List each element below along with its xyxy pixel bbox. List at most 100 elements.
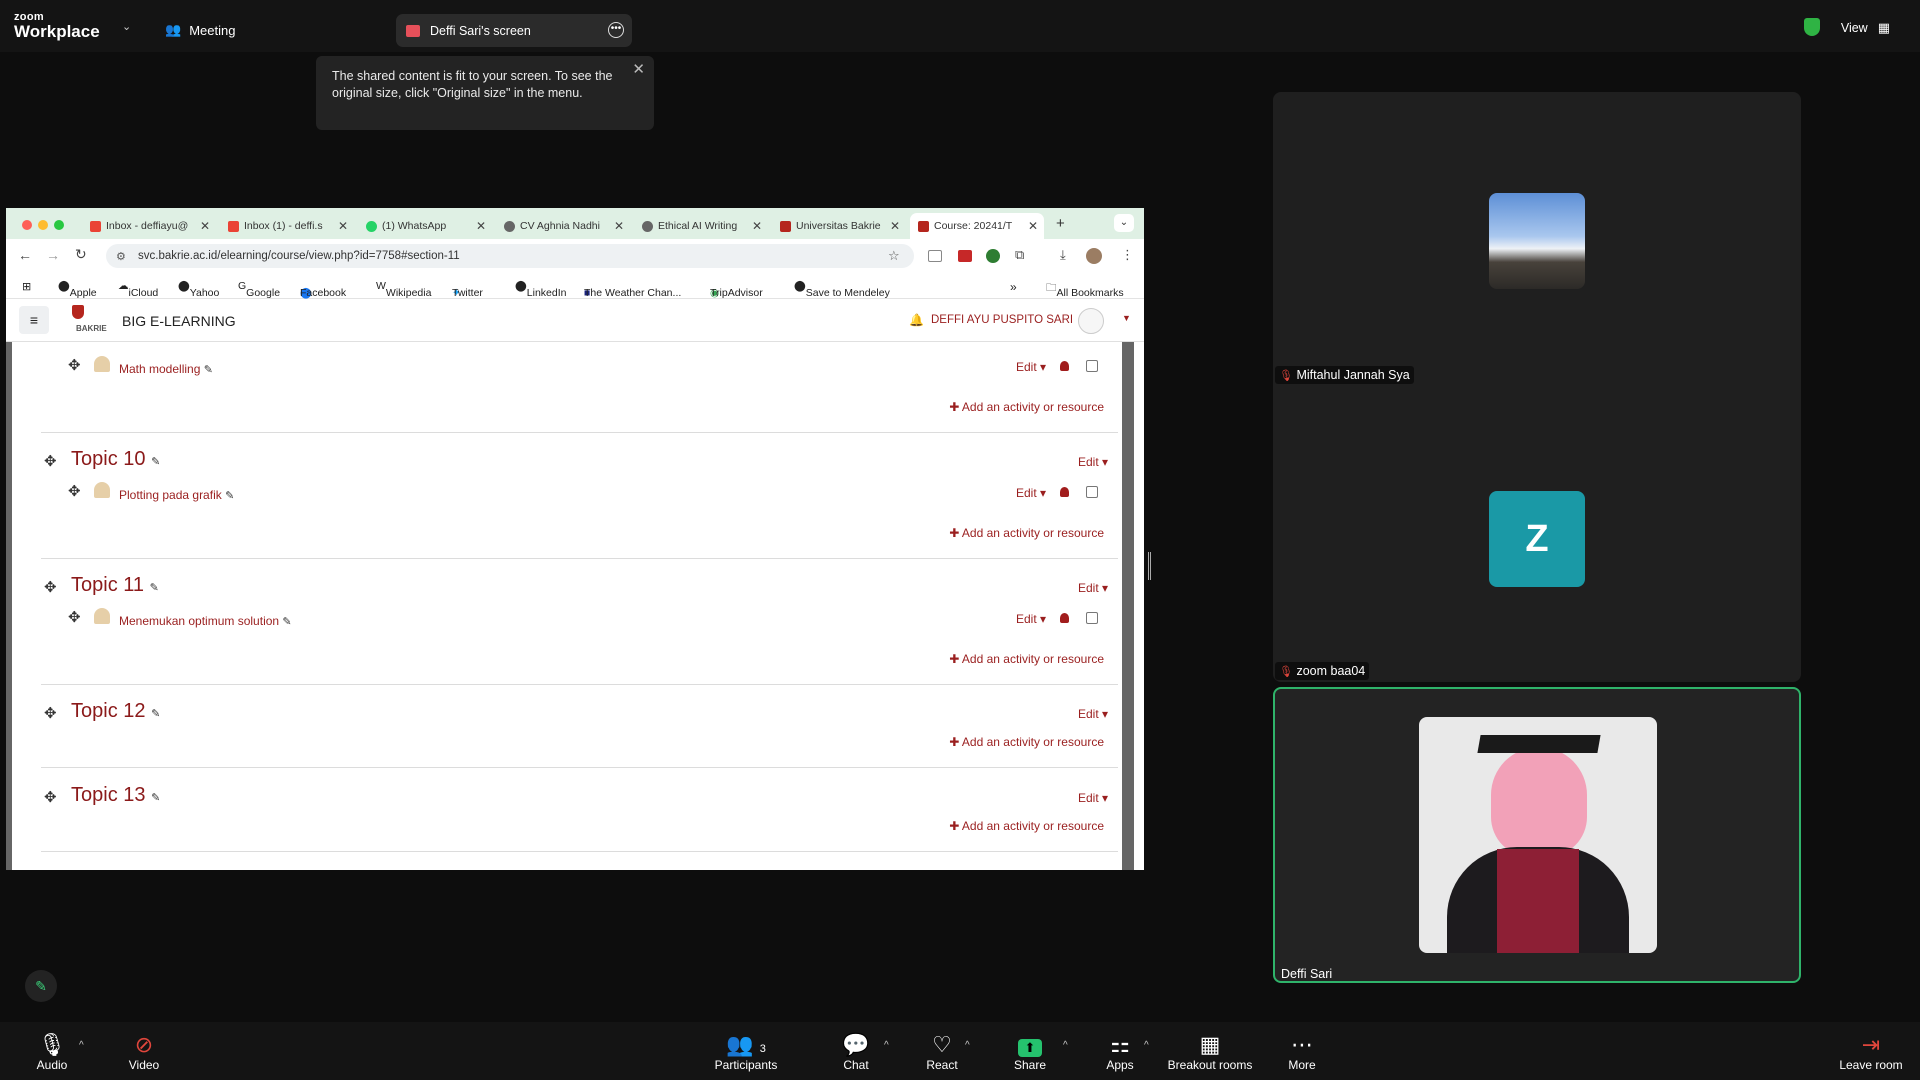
reload-icon[interactable]: ↻ — [75, 246, 87, 263]
activity-link[interactable]: Plotting pada grafik ✎ — [119, 488, 234, 502]
browser-tab-active[interactable]: Course: 20241/T ✕ — [910, 213, 1044, 239]
back-icon[interactable]: ← — [18, 247, 32, 263]
assign-roles-icon[interactable] — [1060, 361, 1069, 371]
chevron-down-icon[interactable]: ⌄ — [122, 20, 131, 33]
close-icon[interactable]: ✕ — [632, 61, 645, 78]
bookmark-linkedin[interactable]: ⬤ LinkedIn — [515, 280, 566, 299]
screen-share-pill[interactable]: Deffi Sari's screen ••• — [396, 14, 632, 47]
close-icon[interactable]: ✕ — [752, 219, 762, 233]
apps-button[interactable]: ⚏ Apps — [1102, 1032, 1138, 1072]
section-title[interactable]: Topic 11 ✎ — [71, 574, 159, 597]
add-activity-link[interactable]: ✚ Add an activity or resource — [949, 735, 1104, 749]
bookmark-icloud[interactable]: ☁ iCloud — [118, 280, 158, 299]
share-button[interactable]: ⬆ Share — [1012, 1032, 1048, 1072]
edit-menu[interactable]: Edit ▾ — [1016, 612, 1046, 626]
bookmark-google[interactable]: G Google — [238, 280, 280, 299]
react-button[interactable]: ♡ React — [922, 1032, 962, 1072]
bookmark-apple[interactable]: ⬤ Apple — [58, 280, 97, 299]
browser-tab[interactable]: CV Aghnia Nadhi ✕ — [496, 213, 630, 239]
pencil-icon[interactable]: ✎ — [282, 616, 291, 628]
more-button[interactable]: ⋯ More — [1286, 1032, 1318, 1072]
caret-down-icon[interactable]: ▼ — [1122, 313, 1131, 323]
window-close-dot[interactable] — [22, 220, 32, 230]
url-field[interactable]: svc.bakrie.ac.id/elearning/course/view.p… — [106, 244, 914, 268]
pencil-icon[interactable]: ✎ — [225, 490, 234, 502]
star-icon[interactable]: ☆ — [888, 248, 900, 264]
browser-tab[interactable]: Inbox (1) - deffi.s ✕ — [220, 213, 354, 239]
completion-checkbox-icon[interactable] — [1086, 612, 1098, 624]
annotate-pencil-icon[interactable]: ✎ — [25, 970, 57, 1002]
video-button[interactable]: ⊘ Video — [128, 1032, 160, 1072]
close-icon[interactable]: ✕ — [1028, 219, 1038, 233]
extensions-puzzle-icon[interactable]: ⧉ — [1015, 247, 1024, 263]
participants-button[interactable]: 👥 3 Participants — [714, 1032, 778, 1072]
window-minimize-dot[interactable] — [38, 220, 48, 230]
edit-menu[interactable]: Edit ▾ — [1016, 360, 1046, 374]
close-icon[interactable]: ✕ — [200, 219, 210, 233]
reader-icon[interactable] — [928, 250, 942, 262]
completion-checkbox-icon[interactable] — [1086, 360, 1098, 372]
move-icon[interactable]: ✥ — [44, 788, 57, 806]
window-maximize-dot[interactable] — [54, 220, 64, 230]
notification-bell-icon[interactable]: 🔔 — [909, 313, 924, 327]
edit-menu[interactable]: Edit ▾ — [1078, 455, 1108, 469]
all-bookmarks[interactable]: 🗀 All Bookmarks — [1046, 280, 1124, 299]
move-icon[interactable]: ✥ — [68, 608, 81, 626]
site-title[interactable]: BIG E-LEARNING — [122, 313, 236, 329]
edit-menu[interactable]: Edit ▾ — [1078, 791, 1108, 805]
bookmark-wikipedia[interactable]: W Wikipedia — [376, 280, 431, 299]
profile-avatar[interactable] — [1086, 248, 1102, 264]
more-options-icon[interactable]: ••• — [608, 22, 624, 38]
edit-menu[interactable]: Edit ▾ — [1078, 581, 1108, 595]
resize-handle[interactable] — [1148, 552, 1151, 580]
site-info-icon[interactable]: ⚙ — [116, 250, 126, 263]
assign-roles-icon[interactable] — [1060, 613, 1069, 623]
add-activity-link[interactable]: ✚ Add an activity or resource — [949, 400, 1104, 414]
completion-checkbox-icon[interactable] — [1086, 486, 1098, 498]
close-icon[interactable]: ✕ — [338, 219, 348, 233]
menu-kebab-icon[interactable]: ⋮ — [1121, 247, 1134, 263]
add-activity-link[interactable]: ✚ Add an activity or resource — [949, 652, 1104, 666]
leave-room-button[interactable]: ⇥ Leave room — [1838, 1032, 1904, 1072]
close-icon[interactable]: ✕ — [614, 219, 624, 233]
edit-menu[interactable]: Edit ▾ — [1078, 707, 1108, 721]
activity-link[interactable]: Menemukan optimum solution ✎ — [119, 614, 292, 628]
bookmark-yahoo[interactable]: ⬤ Yahoo — [178, 280, 219, 299]
chat-button[interactable]: 💬 Chat — [838, 1032, 874, 1072]
security-shield-icon[interactable] — [1804, 18, 1820, 36]
close-icon[interactable]: ✕ — [476, 219, 486, 233]
move-icon[interactable]: ✥ — [44, 578, 57, 596]
breakout-rooms-button[interactable]: ▦ Breakout rooms — [1166, 1032, 1254, 1072]
activity-link[interactable]: Math modelling ✎ — [119, 362, 213, 376]
move-icon[interactable]: ✥ — [44, 452, 57, 470]
forward-icon[interactable]: → — [46, 247, 60, 263]
extension-pdf-icon[interactable] — [958, 250, 972, 262]
section-title[interactable]: Topic 13 ✎ — [71, 784, 160, 807]
react-options-caret-icon[interactable]: ^ — [965, 1040, 970, 1051]
add-activity-link[interactable]: ✚ Add an activity or resource — [949, 819, 1104, 833]
browser-tab[interactable]: Ethical AI Writing ✕ — [634, 213, 768, 239]
edit-menu[interactable]: Edit ▾ — [1016, 486, 1046, 500]
pencil-icon[interactable]: ✎ — [151, 456, 160, 468]
pencil-icon[interactable]: ✎ — [151, 708, 160, 720]
user-name[interactable]: DEFFI AYU PUSPITO SARI — [931, 314, 1073, 326]
close-icon[interactable]: ✕ — [890, 219, 900, 233]
hamburger-menu-icon[interactable]: ≡ — [19, 306, 49, 334]
audio-options-caret-icon[interactable]: ^ — [79, 1040, 84, 1051]
browser-tab[interactable]: (1) WhatsApp ✕ — [358, 213, 492, 239]
meeting-button[interactable]: 👥 Meeting — [165, 22, 235, 38]
move-icon[interactable]: ✥ — [68, 356, 81, 374]
user-avatar[interactable] — [1078, 308, 1104, 334]
assign-roles-icon[interactable] — [1060, 487, 1069, 497]
new-tab-icon[interactable]: + — [1056, 215, 1065, 232]
share-options-caret-icon[interactable]: ^ — [1063, 1040, 1068, 1051]
move-icon[interactable]: ✥ — [68, 482, 81, 500]
tab-search-icon[interactable]: ⌄ — [1114, 214, 1134, 232]
browser-tab[interactable]: Universitas Bakrie ✕ — [772, 213, 906, 239]
bookmark-mendeley[interactable]: ⬤ Save to Mendeley — [794, 280, 890, 299]
add-activity-link[interactable]: ✚ Add an activity or resource — [949, 526, 1104, 540]
section-title[interactable]: Topic 12 ✎ — [71, 700, 160, 723]
audio-button[interactable]: 🎙 Audio — [36, 1032, 68, 1072]
pencil-icon[interactable]: ✎ — [204, 364, 213, 376]
move-icon[interactable]: ✥ — [44, 704, 57, 722]
